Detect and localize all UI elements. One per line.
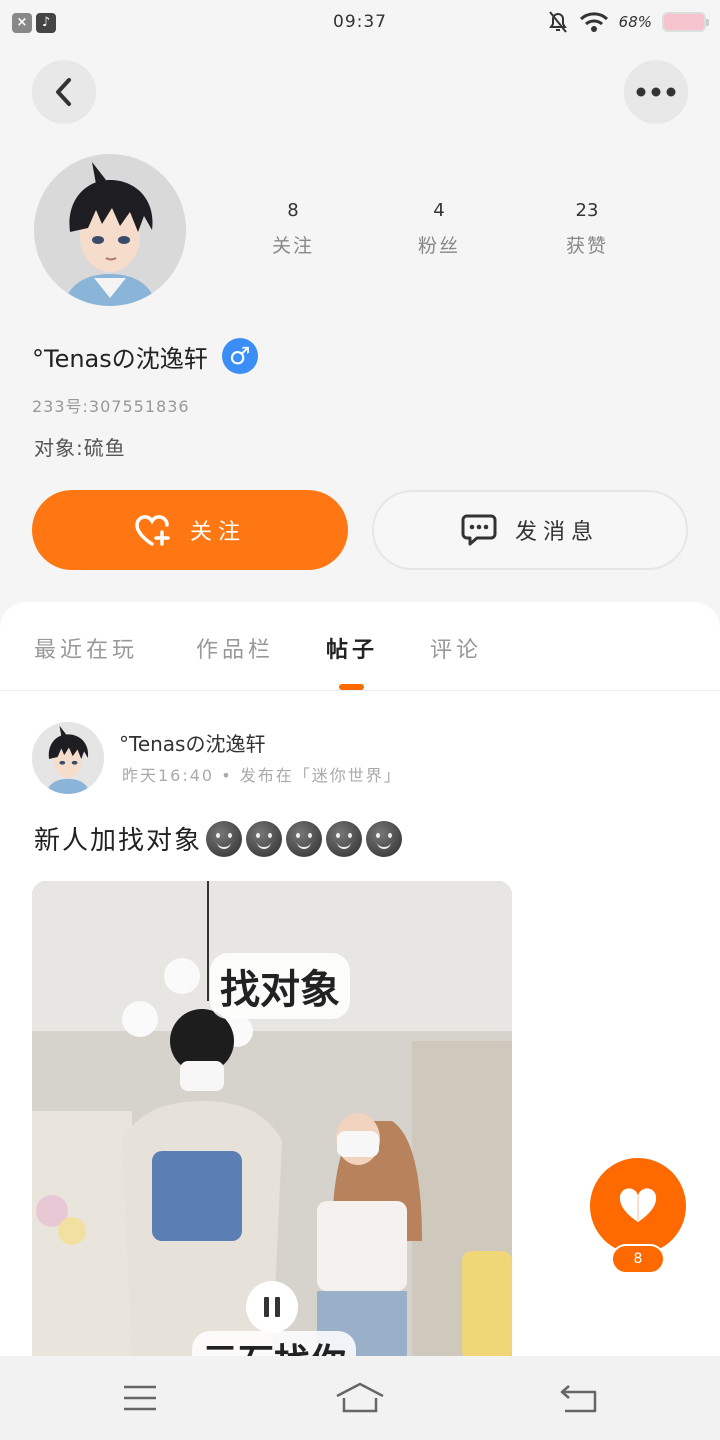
menu-lines-icon xyxy=(124,1385,156,1411)
more-dots-icon xyxy=(636,87,676,97)
grin-emoji-icon xyxy=(286,820,323,857)
status-bar: × ♪ 09:37 68% xyxy=(0,0,720,48)
active-tab-indicator xyxy=(339,684,364,690)
grin-emoji-icon xyxy=(206,820,243,857)
more-button[interactable] xyxy=(624,60,688,124)
profile-uid: 233号:307551836 xyxy=(32,397,190,416)
pause-button[interactable] xyxy=(246,1281,298,1333)
grin-emoji-icon xyxy=(366,820,403,857)
post-meta: 昨天16:40 • 发布在「迷你世界」 xyxy=(122,766,402,785)
heart-icon xyxy=(619,1188,657,1222)
status-right: 68% xyxy=(547,10,709,34)
home-icon xyxy=(336,1382,384,1413)
stat-following[interactable]: 8 关注 xyxy=(238,200,348,258)
stat-likes[interactable]: 23 获赞 xyxy=(532,200,642,258)
anime-avatar-illustration xyxy=(34,154,186,306)
battery-icon xyxy=(662,12,709,32)
chat-bubble-icon xyxy=(461,514,497,546)
return-icon xyxy=(560,1385,597,1413)
profile-partner: 对象:硫鱼 xyxy=(34,436,126,460)
grin-emoji-icon xyxy=(326,820,363,857)
menu-button[interactable] xyxy=(110,1376,170,1420)
pause-icon-bar xyxy=(264,1297,269,1317)
wifi-icon xyxy=(579,12,608,32)
tab-recently-played[interactable]: 最近在玩 xyxy=(34,632,138,664)
tab-posts[interactable]: 帖子 xyxy=(326,632,378,664)
message-button[interactable]: 发消息 xyxy=(372,490,688,570)
male-gender-icon: ♂ xyxy=(221,338,258,374)
battery-percent: 68% xyxy=(618,13,652,31)
heart-plus-icon xyxy=(135,515,170,546)
post-author-name[interactable]: °Tenasの沈逸轩 xyxy=(119,728,265,757)
like-button[interactable] xyxy=(590,1158,686,1254)
pause-icon-bar xyxy=(275,1297,280,1317)
stat-likes-value: 23 xyxy=(575,200,599,221)
post-video[interactable]: 找对象 元石找你 xyxy=(32,881,512,1361)
like-count-badge: 8 xyxy=(611,1244,665,1274)
post-author-avatar[interactable] xyxy=(32,722,104,794)
stat-following-value: 8 xyxy=(287,200,299,221)
tab-comments[interactable]: 评论 xyxy=(430,632,482,664)
profile-name: °Tenasの沈逸轩 xyxy=(32,344,208,373)
tab-works[interactable]: 作品栏 xyxy=(196,632,274,664)
anime-avatar-small xyxy=(32,722,104,794)
stat-fans[interactable]: 4 粉丝 xyxy=(384,200,494,258)
follow-button[interactable]: 关注 xyxy=(32,490,348,570)
profile-name-row: °Tenasの沈逸轩 ♂ xyxy=(32,338,258,374)
back-button[interactable] xyxy=(32,60,96,124)
stat-fans-label: 粉丝 xyxy=(417,235,460,257)
content-panel: 最近在玩 作品栏 帖子 评论 °Tenasの沈逸轩 昨天16:40 • 发布在「… xyxy=(0,602,720,1362)
follow-button-label: 关注 xyxy=(189,520,246,545)
tab-bar: 最近在玩 作品栏 帖子 评论 xyxy=(0,602,720,691)
stat-fans-value: 4 xyxy=(433,200,445,221)
grin-emoji-icon xyxy=(246,820,283,857)
post-text-row: 新人加找对象 xyxy=(34,820,403,857)
profile-avatar[interactable] xyxy=(34,154,186,306)
stat-following-label: 关注 xyxy=(271,235,314,257)
chevron-left-icon xyxy=(56,78,71,106)
home-button[interactable] xyxy=(330,1376,390,1420)
message-button-label: 发消息 xyxy=(514,520,599,545)
stat-likes-label: 获赞 xyxy=(565,235,608,257)
mute-bell-icon xyxy=(548,11,567,33)
system-nav-bar xyxy=(0,1356,720,1440)
back-nav-button[interactable] xyxy=(549,1376,609,1420)
post-text: 新人加找对象 xyxy=(34,826,203,856)
video-caption-top: 找对象 xyxy=(210,953,350,1019)
